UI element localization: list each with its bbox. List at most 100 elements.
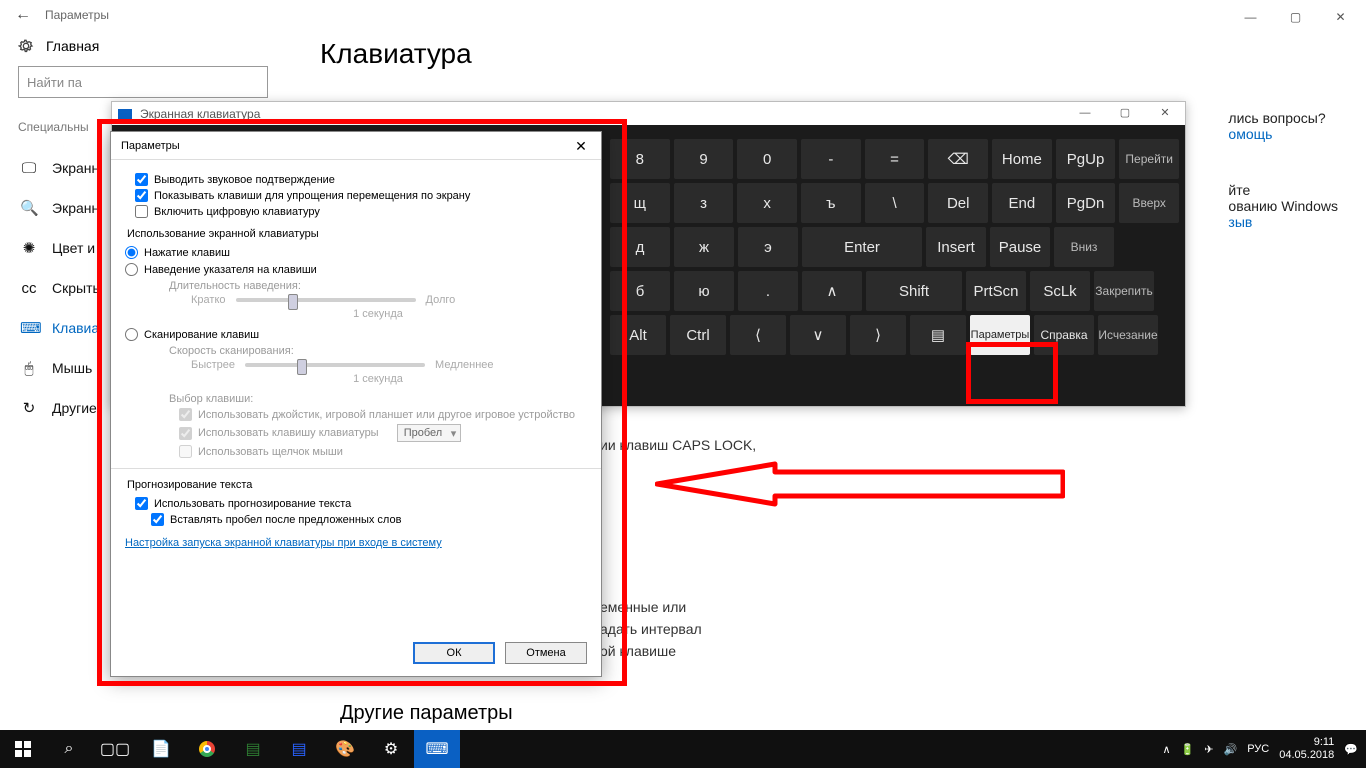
osk-maximize[interactable]: ▢ [1105,102,1145,124]
sidebar-home[interactable]: Главная [18,38,300,54]
taskbar-word[interactable]: ▤ [276,730,322,768]
search-button[interactable]: ⌕ [46,730,92,768]
tray-notifications-icon[interactable]: 💬 [1344,743,1358,756]
chk-space-box[interactable] [151,513,164,526]
key-b[interactable]: б [610,271,670,311]
key-minus[interactable]: - [801,139,861,179]
key-zh[interactable]: ж [674,227,734,267]
key-shch[interactable]: щ [610,183,670,223]
chk-space-after[interactable]: Вставлять пробел после предложенных слов [151,513,587,526]
key-home[interactable]: Home [992,139,1052,179]
chk-sound[interactable]: Выводить звуковое подтверждение [135,173,587,186]
key-8[interactable]: 8 [610,139,670,179]
key-9[interactable]: 9 [674,139,734,179]
taskbar-settings[interactable]: ⚙ [368,730,414,768]
ok-button[interactable]: ОК [413,642,495,664]
scan-slider [245,363,425,367]
back-icon[interactable]: ← [15,6,31,24]
key-enter[interactable]: Enter [802,227,922,267]
osk-title: Экранная клавиатура [140,107,260,121]
radio-scan-box[interactable] [125,328,138,341]
taskbar-chrome[interactable] [184,730,230,768]
taskbar-excel[interactable]: ▤ [230,730,276,768]
key-yu[interactable]: ю [674,271,734,311]
taskview-button[interactable]: ▢▢ [92,730,138,768]
params-close-button[interactable]: ✕ [561,132,601,160]
tray-battery-icon[interactable]: 🔋 [1181,743,1195,756]
help-link[interactable]: омощь [1228,126,1338,142]
close-button[interactable]: ✕ [1318,3,1363,31]
osk-row: б ю . ∧ Shift PrtScn ScLk Закрепить [610,271,1179,311]
chk-show-keys[interactable]: Показывать клавиши для упрощения перемещ… [135,189,587,202]
key-del[interactable]: Del [928,183,988,223]
taskbar-notepad[interactable]: 📄 [138,730,184,768]
radio-hover-box[interactable] [125,263,138,276]
key-insert[interactable]: Insert [926,227,986,267]
key-menu[interactable]: ▤ [910,315,966,355]
key-hard[interactable]: ъ [801,183,861,223]
key-params[interactable]: Параметры [970,315,1030,355]
key-sclk[interactable]: ScLk [1030,271,1090,311]
key-dock[interactable]: Закрепить [1094,271,1154,311]
osk-minimize[interactable]: — [1065,102,1105,124]
key-up-nav[interactable]: Вверх [1119,183,1179,223]
keysel-title: Выбор клавиши: [169,393,587,405]
taskbar-paint[interactable]: 🎨 [322,730,368,768]
key-kh[interactable]: х [737,183,797,223]
osk-window-controls: — ▢ ✕ [1065,102,1185,124]
osk-titlebar[interactable]: Экранная клавиатура [112,102,1185,125]
feedback-link[interactable]: зыв [1228,214,1338,230]
key-shift[interactable]: Shift [866,271,962,311]
key-pgdn[interactable]: PgDn [1056,183,1116,223]
key-help[interactable]: Справка [1034,315,1094,355]
params-titlebar[interactable]: Параметры ✕ [111,132,601,160]
minimize-button[interactable]: — [1228,3,1273,31]
chk-prediction[interactable]: Использовать прогнозирование текста [135,497,587,510]
osk-close[interactable]: ✕ [1145,102,1185,124]
chk-sound-box[interactable] [135,173,148,186]
chk-numpad[interactable]: Включить цифровую клавиатуру [135,205,587,218]
key-z[interactable]: з [674,183,734,223]
key-left[interactable]: ⟨ [730,315,786,355]
chk-show-box[interactable] [135,189,148,202]
radio-scan[interactable]: Сканирование клавиш [125,328,587,341]
key-nav[interactable]: Перейти [1119,139,1179,179]
tray-lang[interactable]: РУС [1247,743,1269,755]
chk-numpad-box[interactable] [135,205,148,218]
tray-network-icon[interactable]: ✈ [1204,743,1213,756]
maximize-button[interactable]: ▢ [1273,3,1318,31]
key-down[interactable]: ∨ [790,315,846,355]
radio-hover[interactable]: Наведение указателя на клавиши [125,263,587,276]
key-backslash[interactable]: \ [865,183,925,223]
tray-chevron-icon[interactable]: ∧ [1163,743,1171,756]
key-ctrl[interactable]: Ctrl [670,315,726,355]
key-equals[interactable]: = [865,139,925,179]
radio-click-box[interactable] [125,246,138,259]
key-alt[interactable]: Alt [610,315,666,355]
key-pgup[interactable]: PgUp [1056,139,1116,179]
key-pause[interactable]: Pause [990,227,1050,267]
key-backspace[interactable]: ⌫ [928,139,988,179]
key-end[interactable]: End [992,183,1052,223]
chk-pred-box[interactable] [135,497,148,510]
key-fade[interactable]: Исчезание [1098,315,1158,355]
search-input[interactable]: Найти па [18,66,268,98]
key-right[interactable]: ⟩ [850,315,906,355]
startup-link[interactable]: Настройка запуска экранной клавиатуры пр… [125,537,442,549]
taskbar-osk[interactable]: ⌨ [414,730,460,768]
start-button[interactable] [0,730,46,768]
key-up-arrow[interactable]: ∧ [802,271,862,311]
cancel-button[interactable]: Отмена [505,642,587,664]
key-down-nav[interactable]: Вниз [1054,227,1114,267]
scan-speed-label: Скорость сканирования: [169,345,587,357]
tray-clock[interactable]: 9:11 04.05.2018 [1279,736,1334,762]
tray-volume-icon[interactable]: 🔊 [1224,743,1238,756]
key-0[interactable]: 0 [737,139,797,179]
key-dot[interactable]: . [738,271,798,311]
sidebar-home-label: Главная [46,38,99,54]
system-tray: ∧ 🔋 ✈ 🔊 РУС 9:11 04.05.2018 💬 [1163,736,1366,762]
key-prtscn[interactable]: PrtScn [966,271,1026,311]
radio-click[interactable]: Нажатие клавиш [125,246,587,259]
key-eh[interactable]: э [738,227,798,267]
key-d[interactable]: д [610,227,670,267]
